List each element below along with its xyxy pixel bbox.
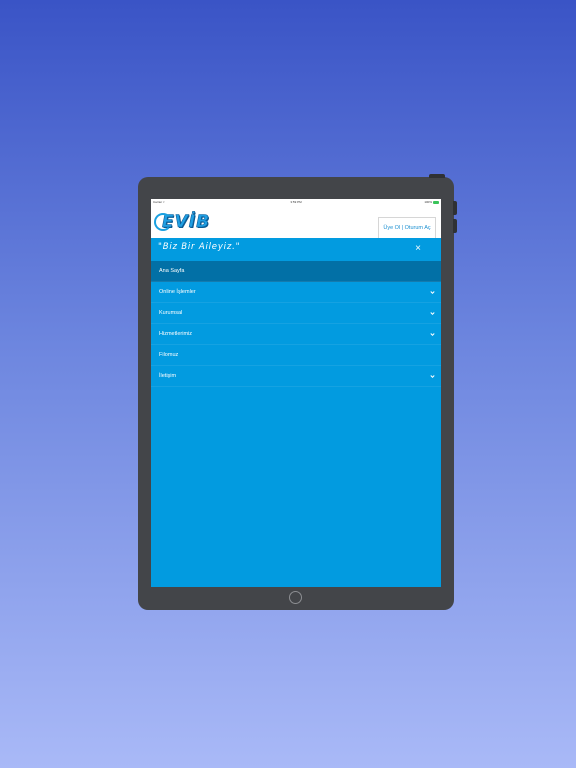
- home-button-icon[interactable]: [289, 591, 302, 604]
- chevron-down-icon: [430, 291, 435, 294]
- tablet-frame: Carrier ▿ 3:59 PM 100% EVİB Üye Ol | Otu…: [138, 174, 457, 610]
- nav-item-label: Filomuz: [159, 352, 179, 358]
- nav-item-label: Hizmetlerimiz: [159, 331, 192, 337]
- app-screen: Carrier ▿ 3:59 PM 100% EVİB Üye Ol | Otu…: [151, 199, 441, 587]
- nav-item-hizmetlerimiz[interactable]: Hizmetlerimiz: [151, 324, 441, 345]
- volume-down-button: [453, 219, 457, 233]
- chevron-down-icon: [430, 312, 435, 315]
- nav-item-iletisim[interactable]: İletişim: [151, 366, 441, 387]
- power-button: [429, 174, 445, 178]
- nav-item-online-islemler[interactable]: Online İşlemler: [151, 282, 441, 303]
- login-register-button[interactable]: Üye Ol | Oturum Aç: [378, 217, 436, 239]
- nav-item-label: Ana Sayfa: [159, 268, 185, 274]
- slogan-text: "Biz Bir Aileyiz.": [158, 242, 241, 252]
- nav-item-ana-sayfa[interactable]: Ana Sayfa: [151, 261, 441, 282]
- app-header: EVİB Üye Ol | Oturum Aç: [151, 205, 441, 239]
- nav-item-label: Kurumsal: [159, 310, 183, 316]
- chevron-down-icon: [430, 333, 435, 336]
- nav-item-filomuz[interactable]: Filomuz: [151, 345, 441, 366]
- close-icon[interactable]: ×: [413, 244, 423, 254]
- battery-indicator: 100%: [424, 200, 439, 204]
- nav-item-label: İletişim: [159, 373, 177, 379]
- logo-swoosh-icon: [154, 213, 172, 231]
- volume-up-button: [453, 201, 457, 215]
- nav-menu: Ana Sayfa Online İşlemler Kurumsal Hizme…: [151, 261, 441, 387]
- chevron-down-icon: [430, 375, 435, 378]
- nav-item-kurumsal[interactable]: Kurumsal: [151, 303, 441, 324]
- menu-header: "Biz Bir Aileyiz." ×: [151, 238, 441, 261]
- evib-logo[interactable]: EVİB: [154, 210, 210, 234]
- battery-percent: 100%: [424, 200, 432, 204]
- battery-icon: [433, 200, 439, 204]
- nav-item-label: Online İşlemler: [159, 289, 196, 295]
